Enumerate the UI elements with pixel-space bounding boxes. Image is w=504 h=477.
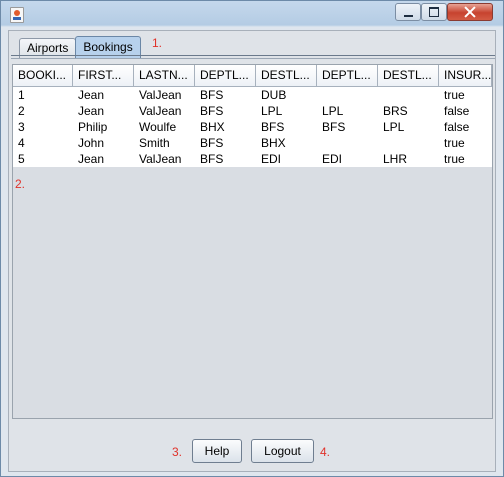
table-cell[interactable]: true (439, 151, 492, 167)
table-cell[interactable]: Jean (73, 151, 134, 167)
table-cell[interactable]: BFS (256, 119, 317, 135)
table-cell[interactable]: EDI (317, 151, 378, 167)
table-row[interactable]: 1 Jean ValJean BFS DUB true (13, 87, 492, 103)
table-body: 1 Jean ValJean BFS DUB true 2 Jean ValJe… (13, 87, 492, 167)
table-cell[interactable]: Jean (73, 103, 134, 119)
table-cell[interactable]: DUB (256, 87, 317, 103)
table-cell[interactable]: 3 (13, 119, 73, 135)
table-cell[interactable]: LPL (256, 103, 317, 119)
table-cell[interactable]: ValJean (134, 103, 195, 119)
table-cell[interactable]: John (73, 135, 134, 151)
table-cell[interactable]: false (439, 103, 492, 119)
table-cell[interactable]: BHX (195, 119, 256, 135)
table-row[interactable]: 5 Jean ValJean BFS EDI EDI LHR true (13, 151, 492, 167)
column-header-departure-location[interactable]: DEPTL... (195, 65, 256, 87)
minimize-icon (403, 14, 413, 17)
table-cell[interactable]: Philip (73, 119, 134, 135)
table-cell[interactable]: BFS (195, 87, 256, 103)
maximize-button[interactable] (421, 3, 447, 21)
column-header-insurance[interactable]: INSUR... (439, 65, 492, 87)
table-cell[interactable]: LPL (378, 119, 439, 135)
column-header-return-destination-location[interactable]: DESTL... (378, 65, 439, 87)
table-cell[interactable]: Woulfe (134, 119, 195, 135)
table-cell[interactable]: 1 (13, 87, 73, 103)
column-header-last-name[interactable]: LASTN... (134, 65, 195, 87)
column-header-first-name[interactable]: FIRST... (73, 65, 134, 87)
table-cell[interactable]: ValJean (134, 151, 195, 167)
logout-button[interactable]: Logout (251, 439, 314, 463)
help-button[interactable]: Help (192, 439, 242, 463)
table-cell[interactable]: BHX (256, 135, 317, 151)
table-cell[interactable]: LHR (378, 151, 439, 167)
annotation-2: 2. (15, 177, 26, 191)
java-app-icon[interactable] (10, 7, 24, 23)
table-cell[interactable]: true (439, 135, 492, 151)
table-cell[interactable]: BFS (195, 135, 256, 151)
table-cell[interactable] (317, 135, 378, 151)
annotation-1: 1. (152, 36, 163, 50)
table-cell[interactable] (378, 87, 439, 103)
table-cell[interactable]: Jean (73, 87, 134, 103)
table-cell[interactable]: 4 (13, 135, 73, 151)
title-bar[interactable] (1, 1, 503, 27)
table-cell[interactable]: BFS (195, 103, 256, 119)
minimize-button[interactable] (395, 3, 421, 21)
column-header-booking-id[interactable]: BOOKI... (13, 65, 73, 87)
table-cell[interactable]: Smith (134, 135, 195, 151)
column-header-destination-location[interactable]: DESTL... (256, 65, 317, 87)
annotation-4: 4. (320, 445, 331, 459)
application-window: Airports Bookings 1. BOOKI... FIRST... L… (0, 0, 504, 477)
annotation-3: 3. (172, 445, 183, 459)
content-pane: Airports Bookings 1. BOOKI... FIRST... L… (8, 30, 496, 472)
tab-strip: Airports Bookings (19, 35, 141, 58)
table-row[interactable]: 2 Jean ValJean BFS LPL LPL BRS false (13, 103, 492, 119)
table-cell[interactable]: BFS (195, 151, 256, 167)
table-cell[interactable]: BFS (317, 119, 378, 135)
table-cell[interactable] (317, 87, 378, 103)
table-cell[interactable]: true (439, 87, 492, 103)
table-cell[interactable]: EDI (256, 151, 317, 167)
bookings-table-panel[interactable]: BOOKI... FIRST... LASTN... DEPTL... DEST… (12, 64, 493, 419)
table-cell[interactable]: LPL (317, 103, 378, 119)
maximize-icon (429, 7, 439, 17)
table-row[interactable]: 4 John Smith BFS BHX true (13, 135, 492, 151)
tab-separator (11, 55, 495, 59)
table-cell[interactable]: ValJean (134, 87, 195, 103)
table-header: BOOKI... FIRST... LASTN... DEPTL... DEST… (13, 65, 492, 87)
table-cell[interactable]: 5 (13, 151, 73, 167)
table-row[interactable]: 3 Philip Woulfe BHX BFS BFS LPL false (13, 119, 492, 135)
table-cell[interactable]: BRS (378, 103, 439, 119)
close-icon (464, 6, 476, 18)
column-header-return-departure-location[interactable]: DEPTL... (317, 65, 378, 87)
table-cell[interactable] (378, 135, 439, 151)
close-button[interactable] (447, 3, 493, 21)
table-cell[interactable]: false (439, 119, 492, 135)
table-cell[interactable]: 2 (13, 103, 73, 119)
